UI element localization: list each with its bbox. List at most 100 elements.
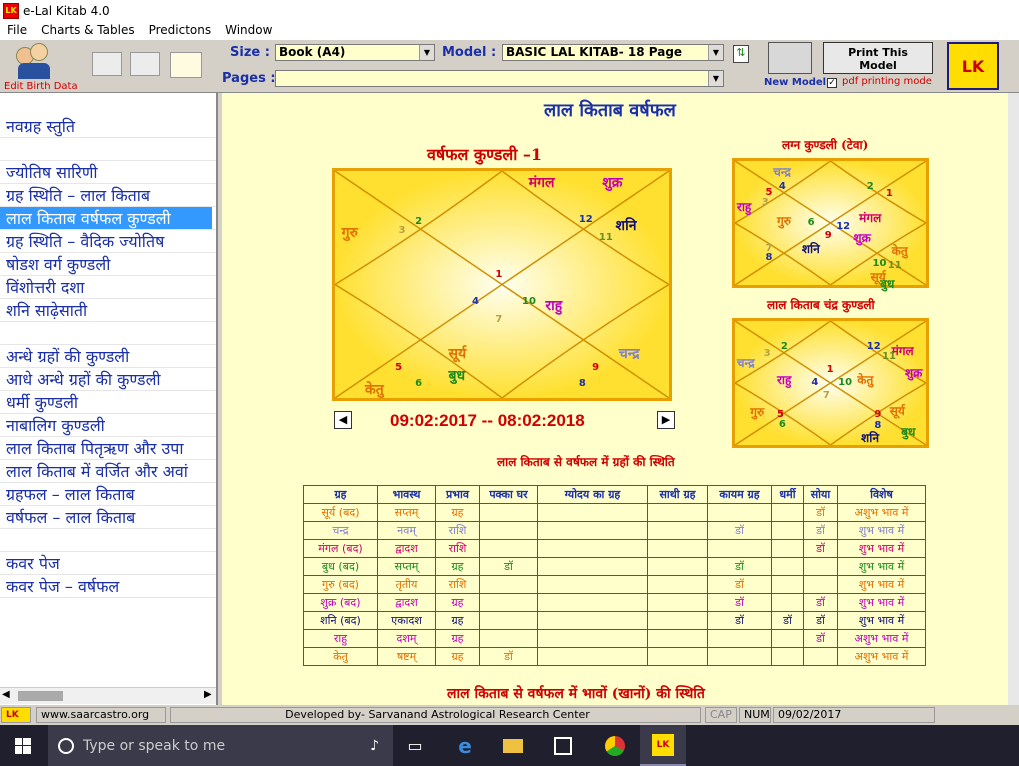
house-number: 4 <box>811 376 819 388</box>
elk-logo: LK <box>947 42 999 90</box>
planet-label: बुध <box>448 368 466 385</box>
edge-icon[interactable]: e <box>442 725 488 766</box>
sidebar-item[interactable]: ग्रहफल – लाल किताब <box>6 483 216 505</box>
table-cell <box>479 611 538 630</box>
sidebar-item[interactable]: धर्मी कुण्डली <box>6 391 216 413</box>
new-model-label: New Model <box>764 77 827 88</box>
table-cell: शुभ भाव में <box>837 557 926 576</box>
next-year-button[interactable]: ▶ <box>657 411 675 429</box>
sidebar-item[interactable]: आधे अन्धे ग्रहों की कुण्डली <box>6 368 216 390</box>
sidebar-item[interactable]: लाल किताब पितृऋण और उपा <box>6 437 216 459</box>
table-cell <box>771 503 804 522</box>
table-cell: द्वादश <box>377 539 436 558</box>
table-cell: ग्रह <box>435 557 480 576</box>
sidebar-item[interactable]: कवर पेज <box>6 552 216 574</box>
print-stack-icon[interactable] <box>130 52 160 76</box>
sidebar-item[interactable]: लाल किताब में वर्जित और अवां <box>6 460 216 482</box>
scroll-right-icon[interactable]: ▶ <box>204 689 212 700</box>
column-header: ग्रह <box>303 485 378 504</box>
search-box[interactable]: Type or speak to me ♪ <box>48 725 393 766</box>
table-cell: ग्रह <box>435 629 480 648</box>
table-cell <box>537 539 648 558</box>
new-model-button[interactable]: New Model <box>762 42 826 90</box>
house-number: 9 <box>592 361 600 373</box>
sidebar-scrollbar[interactable]: ◀ ▶ <box>0 687 216 704</box>
pdf-mode-checkbox[interactable]: ✓ <box>827 78 837 88</box>
sidebar-item[interactable]: ग्रह स्थिति – वैदिक ज्योतिष <box>6 230 216 252</box>
size-label: Size : <box>230 45 270 60</box>
kundli-lines <box>335 171 669 398</box>
print-this-model-button[interactable]: Print This Model <box>823 42 933 74</box>
sidebar-item[interactable]: विंशोत्तरी दशा <box>6 276 216 298</box>
print-this-label: Print This <box>848 46 908 59</box>
scroll-left-icon[interactable]: ◀ <box>2 689 10 700</box>
model-label: Model : <box>442 45 497 60</box>
edit-birth-data-button[interactable]: Edit Birth Data <box>2 41 80 93</box>
table-cell: शुभ भाव में <box>837 611 926 630</box>
planet-label: चन्द्र <box>736 356 755 371</box>
table-cell: डॉ <box>803 539 838 558</box>
status-num: NUM <box>739 707 771 723</box>
sidebar-item[interactable]: अन्धे ग्रहों की कुण्डली <box>6 345 216 367</box>
table-cell: डॉ <box>803 611 838 630</box>
chrome-icon[interactable] <box>592 725 638 766</box>
table-cell <box>537 575 648 594</box>
sidebar-item[interactable]: षोडश वर्ग कुण्डली <box>6 253 216 275</box>
chandra-title: लाल किताब चंद्र कुण्डली <box>767 298 875 312</box>
table-cell <box>537 611 648 630</box>
house-number: 2 <box>866 180 874 192</box>
menu-charts-tables[interactable]: Charts & Tables <box>34 23 142 37</box>
sidebar-item[interactable]: नाबालिग कुण्डली <box>6 414 216 436</box>
sidebar-item[interactable]: नवग्रह स्तुति <box>6 115 216 137</box>
table-cell <box>647 647 708 666</box>
sidebar-item[interactable]: ज्योतिष सारिणी <box>6 161 216 183</box>
task-view-icon[interactable]: ▭ <box>392 725 438 766</box>
pdf-mode-label: pdf printing mode <box>842 76 932 87</box>
planet-label: बुध <box>901 424 916 439</box>
lagna-title: लग्न कुण्डली (टेवा) <box>782 138 869 152</box>
table-row: मंगल (बद) द्वादश राशि डॉ शुभ भाव में <box>303 539 926 558</box>
previous-year-button[interactable]: ◀ <box>334 411 352 429</box>
app-logo-icon: LK <box>3 2 19 19</box>
file-explorer-icon[interactable] <box>490 725 536 766</box>
table-cell <box>647 539 708 558</box>
house-number: 1 <box>885 188 893 200</box>
menu-bar: File Charts & Tables Predictons Window <box>0 21 1019 39</box>
table-cell <box>771 539 804 558</box>
table-cell: दशम् <box>377 629 436 648</box>
house-number: 2 <box>780 340 788 352</box>
checklist-icon[interactable] <box>170 52 202 78</box>
taskbar: Type or speak to me ♪ ▭ e LK <box>0 725 1019 766</box>
window-title: e-Lal Kitab 4.0 <box>23 3 110 18</box>
sidebar-item[interactable]: लाल किताब वर्षफल कुण्डली <box>0 207 212 229</box>
planet-label: शनि <box>615 218 637 235</box>
pages-select[interactable]: ▼ <box>275 70 724 87</box>
planet-label: चन्द्र <box>773 165 791 180</box>
main-scrollbar[interactable] <box>1008 93 1019 705</box>
menu-predictons[interactable]: Predictons <box>142 23 219 37</box>
printer-icon[interactable] <box>92 52 122 76</box>
table-cell <box>647 629 708 648</box>
store-icon[interactable] <box>540 725 586 766</box>
menu-file[interactable]: File <box>0 23 34 37</box>
model-select[interactable]: BASIC LAL KITAB- 18 Page ▼ <box>502 44 724 61</box>
menu-window[interactable]: Window <box>218 23 279 37</box>
column-header: विशेष <box>837 485 926 504</box>
sidebar-item[interactable]: कवर पेज – वर्षफल <box>6 575 216 597</box>
house-number: 8 <box>765 251 773 263</box>
table-row: राहु दशम् ग्रह डॉ अशुभ भाव में <box>303 629 926 648</box>
planet-label: सूर्य <box>448 345 467 362</box>
sidebar-item[interactable]: वर्षफल – लाल किताब <box>6 506 216 528</box>
chevron-down-icon: ▼ <box>708 45 723 60</box>
sidebar-item[interactable]: ग्रह स्थिति – लाल किताब <box>6 184 216 206</box>
scroll-thumb[interactable] <box>18 691 63 701</box>
sidebar-item[interactable]: शनि साढ़ेसाती <box>6 299 216 321</box>
microphone-icon[interactable]: ♪ <box>370 738 379 754</box>
elk-taskbar-icon[interactable]: LK <box>640 725 686 766</box>
refresh-icon[interactable]: ⇅ <box>733 45 749 63</box>
house-number: 8 <box>578 377 586 389</box>
size-select[interactable]: Book (A4) ▼ <box>275 44 435 61</box>
planet-label: शुक्र <box>602 175 623 192</box>
model-value: BASIC LAL KITAB- 18 Page <box>506 45 683 59</box>
windows-start-icon[interactable] <box>0 725 46 766</box>
